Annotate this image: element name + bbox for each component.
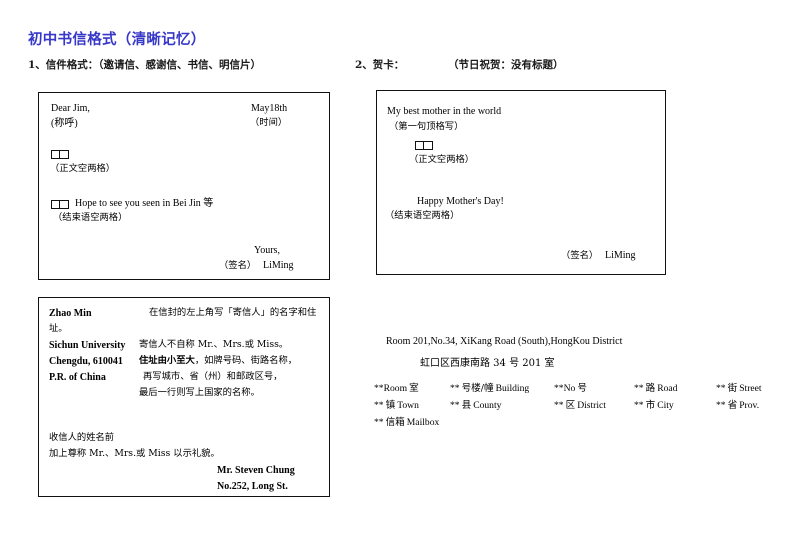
two-space-marker-card-body [415,141,433,150]
envelope-note-line-5: 再写城市、省（州）和邮政区号， [143,371,283,382]
abbr-latin: District [577,400,606,411]
card-sign-note: （签名） [561,250,599,261]
abbr-latin: City [657,400,674,411]
section-heading-letter: 1、信件格式：（邀请信、感谢信、书信、明信片） [28,57,261,72]
abbr-stars: ** [554,400,564,411]
envelope-sender-line-4: P.R. of China [49,372,106,383]
abbr-zh: 信箱 [385,417,405,428]
letter-sign-name: LiMing [263,260,294,271]
envelope-note-line-2: 址。 [49,323,68,334]
abbr-zh: 街 [727,383,738,394]
card-first-line-note: （第一句顶格写） [389,121,464,132]
abbr-zh: 县 [461,400,472,411]
abbr-room: **Room 室 [374,380,450,394]
abbr-zh: 镇 [385,400,396,411]
abbr-stars: ** [634,400,644,411]
letter-date: May18th [251,103,288,114]
two-space-marker-body [51,150,69,159]
envelope-recipient-note-1: 收信人的姓名前 [49,432,115,443]
two-space-marker-closing [51,200,69,209]
envelope-sender-line-3: Chengdu, 610041 [49,356,123,367]
abbr-county: ** 县 County [450,397,554,411]
sample-address-chinese: 虹口区西康南路 34 号 201 室 [420,358,555,369]
envelope-note-line-6: 最后一行则写上国家的名称。 [139,387,260,398]
abbreviation-row: ** 镇 Town ** 县 County ** 区 District ** 市 City ** 省 Pro… [374,397,774,414]
abbr-zh: 号楼/幢 [461,383,494,394]
letter-salutation-note: (称呼) [51,118,78,129]
abbr-town: ** 镇 Town [374,397,450,411]
document-page: 初中书信格式（清晰记忆） 1、信件格式：（邀请信、感谢信、书信、明信片） 2、贺… [0,0,792,560]
section-heading-card-extra: （节日祝贺：没有标题） [447,59,564,71]
card-closing-note: （结束语空两格） [385,210,460,221]
abbreviation-row: ** 信箱 Mailbox [374,414,774,431]
envelope-note-line-3: 寄信人不自称 Mr.、Mrs.或 Miss。 [139,339,289,350]
envelope-recipient-note-2: 加上尊称 Mr.、Mrs.或 Miss 以示礼貌。 [49,448,220,459]
envelope-note-line-1: 在信封的左上角写「寄信人」的名字和住 [149,307,317,318]
card-body-note: （正文空两格） [409,154,475,165]
abbr-stars: ** [450,383,460,394]
abbr-no: **No 号 [554,380,634,394]
abbr-stars: ** [716,383,726,394]
envelope-note-line-4: 住址由小至大，如牌号码、街路名称， [139,355,298,367]
letter-date-note: （时间） [250,117,288,128]
abbr-street: ** 街 Street [716,380,774,394]
letter-yours: Yours, [254,245,280,256]
section-heading-letter-text: 1、信件格式：（邀请信、感谢信、书信、明信片） [28,59,262,71]
abbr-stars: ** [450,400,460,411]
abbreviation-row: **Room 室 ** 号楼/幢 Building **No 号 ** 路 Road ** 街 Stre… [374,380,774,397]
abbr-stars: ** [374,400,384,411]
envelope-recipient-line-1: Mr. Steven Chung [217,465,295,476]
letter-sign-note: （签名） [219,260,257,271]
letter-format-box: Dear Jim, (称呼) May18th （时间） （正文空两格） Hope… [38,92,330,280]
abbr-latin: Building [495,383,530,394]
abbr-stars: ** [634,383,644,394]
abbr-road: ** 路 Road [634,380,716,394]
abbr-latin: No [563,383,576,394]
letter-closing-line: Hope to see you seen in Bei Jin 等 [75,198,214,209]
envelope-recipient-line-2: No.252, Long St. [217,481,288,492]
abbr-building: ** 号楼/幢 Building [450,380,554,394]
abbr-district: ** 区 District [554,397,634,411]
letter-closing-note: （结束语空两格） [53,212,128,223]
letter-salutation: Dear Jim, [51,103,90,114]
address-abbreviation-grid: **Room 室 ** 号楼/幢 Building **No 号 ** 路 Road ** 街 Stre… [374,380,774,431]
abbr-city: ** 市 City [634,397,716,411]
abbr-stars: ** [716,400,726,411]
section-heading-card: 2、贺卡： （节日祝贺：没有标题） [355,57,563,72]
card-first-line: My best mother in the world [387,106,502,117]
abbr-latin: Town [397,400,419,411]
abbr-zh: 号 [577,383,587,394]
sample-address-english: Room 201,No.34, XiKang Road (South),Hong… [386,336,623,347]
abbr-latin: County [473,400,502,411]
envelope-note-suffix: ，如牌号码、街路名称， [194,355,298,366]
letter-body-note: （正文空两格） [50,163,116,174]
page-title: 初中书信格式（清晰记忆） [28,31,206,48]
abbr-stars: ** [374,417,384,428]
greeting-card-box: My best mother in the world （第一句顶格写） （正文… [376,90,666,275]
abbr-zh: 室 [409,383,419,394]
envelope-note-emphasis: 由小至大 [157,355,195,366]
abbr-zh: 路 [645,383,656,394]
abbr-latin: Room [383,383,408,394]
abbr-latin: Street [739,383,762,394]
abbr-latin: Prov. [739,400,760,411]
abbr-mailbox: ** 信箱 Mailbox [374,414,450,428]
section-heading-card-text: 2、贺卡： [355,59,405,71]
abbr-stars: ** [374,383,384,394]
abbr-zh: 区 [565,400,576,411]
card-sign-name: LiMing [605,250,636,261]
abbr-prov: ** 省 Prov. [716,397,774,411]
envelope-sender-line-1: Zhao Min [49,308,92,319]
abbr-latin: Mailbox [406,417,440,428]
envelope-sender-line-2: Sichun University [49,340,126,351]
card-greeting: Happy Mother's Day! [417,196,504,207]
abbr-stars: ** [554,383,564,394]
abbr-latin: Road [657,383,678,394]
envelope-format-box: Zhao Min Sichun University Chengdu, 6100… [38,297,330,497]
envelope-note-prefix: 住址 [139,355,158,366]
abbr-zh: 市 [645,400,656,411]
abbr-zh: 省 [727,400,738,411]
